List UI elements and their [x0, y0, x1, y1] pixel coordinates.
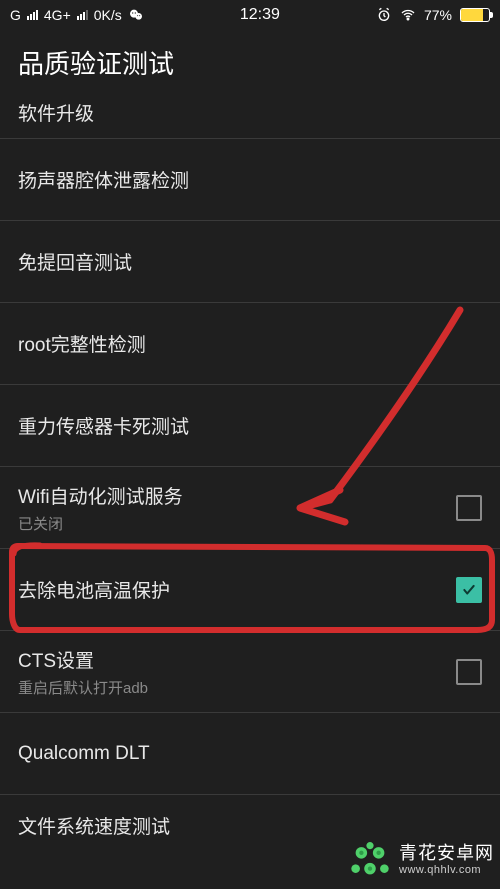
row-speaker-leak-test[interactable]: 扬声器腔体泄露检测 — [0, 139, 500, 221]
checkbox-wifi-auto[interactable] — [456, 495, 482, 521]
watermark-url: www.qhhlv.com — [399, 864, 494, 876]
row-title: Wifi自动化测试服务 — [18, 482, 183, 509]
row-title: 扬声器腔体泄露检测 — [18, 166, 189, 193]
battery-percent: 77% — [424, 7, 452, 23]
status-right: 77% — [376, 7, 490, 23]
row-qualcomm-dlt[interactable]: Qualcomm DLT — [0, 713, 500, 795]
row-subtitle: 已关闭 — [18, 513, 183, 534]
network-type: 4G+ — [44, 7, 71, 23]
row-title: CTS设置 — [18, 646, 148, 673]
signal-bars-1-icon — [27, 10, 38, 20]
row-title: 免提回音测试 — [18, 248, 132, 275]
settings-list: 软件升级 扬声器腔体泄露检测 免提回音测试 root完整性检测 重力传感器卡死测… — [0, 99, 500, 855]
watermark-logo-icon — [347, 837, 393, 883]
row-title: 去除电池高温保护 — [18, 576, 170, 603]
status-left: G 4G+ 0K/s — [10, 7, 144, 23]
row-cts-settings[interactable]: CTS设置 重启后默认打开adb — [0, 631, 500, 713]
page-title: 品质验证测试 — [0, 30, 500, 99]
row-title: Qualcomm DLT — [18, 743, 150, 765]
status-clock: 12:39 — [240, 6, 280, 24]
alarm-icon — [376, 7, 392, 23]
carrier-label: G — [10, 7, 21, 23]
wifi-icon — [400, 7, 416, 23]
row-echo-test[interactable]: 免提回音测试 — [0, 221, 500, 303]
checkbox-battery-protection[interactable] — [456, 577, 482, 603]
signal-bars-2-icon — [77, 10, 88, 20]
watermark-name: 青花安卓网 — [399, 844, 494, 864]
row-root-integrity[interactable]: root完整性检测 — [0, 303, 500, 385]
row-remove-battery-protection[interactable]: 去除电池高温保护 — [0, 549, 500, 631]
row-software-upgrade[interactable]: 软件升级 — [0, 99, 500, 139]
row-title: 文件系统速度测试 — [18, 812, 170, 839]
row-subtitle: 重启后默认打开adb — [18, 677, 148, 698]
checkbox-cts[interactable] — [456, 659, 482, 685]
row-title: 重力传感器卡死测试 — [18, 412, 189, 439]
data-speed: 0K/s — [94, 7, 122, 23]
row-title: root完整性检测 — [18, 330, 146, 357]
status-bar: G 4G+ 0K/s 12:39 77% — [0, 0, 500, 30]
battery-icon — [460, 8, 490, 22]
row-title: 软件升级 — [18, 99, 94, 126]
wechat-icon — [128, 7, 144, 23]
checkmark-icon — [462, 583, 476, 597]
row-wifi-auto-test[interactable]: Wifi自动化测试服务 已关闭 — [0, 467, 500, 549]
row-gravity-sensor[interactable]: 重力传感器卡死测试 — [0, 385, 500, 467]
watermark: 青花安卓网 www.qhhlv.com — [347, 837, 494, 883]
